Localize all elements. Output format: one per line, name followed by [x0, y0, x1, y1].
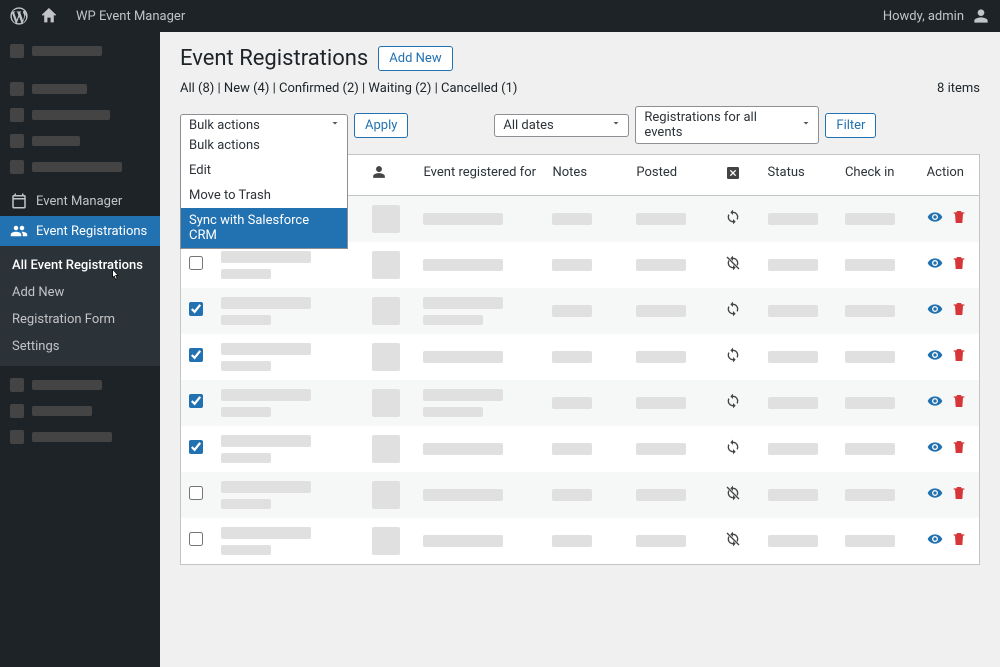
delete-icon[interactable] [951, 209, 967, 229]
avatar-placeholder [372, 343, 400, 371]
col-header-checkin: Check in [837, 155, 919, 196]
table-row [181, 288, 980, 334]
bulk-actions-dropdown: Bulk actions Edit Move to Trash Sync wit… [180, 133, 348, 249]
delete-icon[interactable] [951, 531, 967, 551]
row-checkbox[interactable] [189, 486, 203, 500]
home-icon[interactable] [40, 7, 58, 25]
sidebar-submenu: All Event Registrations Add New Registra… [0, 246, 160, 366]
submenu-add-new[interactable]: Add New [0, 279, 160, 306]
chevron-down-icon [610, 117, 622, 133]
avatar-placeholder [372, 435, 400, 463]
content-area: Event Registrations Add New All (8) | Ne… [160, 32, 1000, 667]
view-icon[interactable] [927, 531, 943, 551]
sync-off-icon[interactable] [725, 255, 741, 271]
submenu-settings[interactable]: Settings [0, 333, 160, 360]
sync-icon[interactable] [725, 209, 741, 225]
dropdown-item-sync[interactable]: Sync with Salesforce CRM [181, 208, 347, 248]
col-header-posted[interactable]: Posted [628, 155, 716, 196]
col-header-sync [717, 155, 760, 196]
table-row [181, 518, 980, 565]
view-icon[interactable] [927, 209, 943, 229]
col-header-action: Action [919, 155, 980, 196]
row-checkbox[interactable] [189, 532, 203, 546]
chevron-down-icon [800, 117, 812, 133]
table-row [181, 426, 980, 472]
view-icon[interactable] [927, 393, 943, 413]
sidebar-item-placeholder[interactable] [0, 424, 160, 450]
user-avatar-icon[interactable] [972, 7, 990, 25]
row-checkbox[interactable] [189, 256, 203, 270]
user-icon [372, 168, 386, 183]
calendar-icon [10, 192, 28, 210]
col-header-notes: Notes [544, 155, 628, 196]
row-checkbox[interactable] [189, 440, 203, 454]
sidebar-item-placeholder[interactable] [0, 398, 160, 424]
items-count: 8 items [937, 81, 980, 96]
sidebar-item-placeholder[interactable] [0, 154, 160, 180]
admin-sidebar: Event Manager Event Registrations All Ev… [0, 32, 160, 667]
sync-icon[interactable] [725, 439, 741, 455]
sidebar-label: Event Manager [36, 194, 122, 209]
sync-icon[interactable] [725, 347, 741, 363]
dropdown-item-trash[interactable]: Move to Trash [181, 183, 347, 208]
delete-icon[interactable] [951, 393, 967, 413]
row-checkbox[interactable] [189, 348, 203, 362]
active-arrow [160, 223, 168, 239]
row-checkbox[interactable] [189, 302, 203, 316]
sidebar-item-event-registrations[interactable]: Event Registrations [0, 216, 160, 246]
row-checkbox[interactable] [189, 394, 203, 408]
dropdown-item-edit[interactable]: Edit [181, 158, 347, 183]
filter-button[interactable]: Filter [825, 113, 876, 138]
sync-off-icon[interactable] [725, 531, 741, 547]
col-header-user [364, 155, 416, 196]
delete-icon[interactable] [951, 439, 967, 459]
group-icon [10, 222, 28, 240]
sync-icon[interactable] [725, 393, 741, 409]
sidebar-item-placeholder[interactable] [0, 38, 160, 64]
dates-filter-select[interactable]: All dates [494, 114, 629, 137]
sidebar-item-placeholder[interactable] [0, 128, 160, 154]
avatar-placeholder [372, 297, 400, 325]
sidebar-label: Event Registrations [36, 224, 147, 239]
avatar-placeholder [372, 205, 400, 233]
avatar-placeholder [372, 527, 400, 555]
sidebar-item-placeholder[interactable] [0, 372, 160, 398]
view-icon[interactable] [927, 255, 943, 275]
col-header-event[interactable]: Event registered for [415, 155, 544, 196]
delete-icon[interactable] [951, 485, 967, 505]
howdy-text[interactable]: Howdy, admin [883, 9, 964, 24]
view-icon[interactable] [927, 301, 943, 321]
apply-button[interactable]: Apply [354, 113, 408, 138]
delete-icon[interactable] [951, 255, 967, 275]
status-filter-links[interactable]: All (8) | New (4) | Confirmed (2) | Wait… [180, 81, 517, 96]
sync-off-icon[interactable] [725, 485, 741, 501]
close-square-icon [725, 170, 741, 185]
sync-icon[interactable] [725, 301, 741, 317]
events-filter-select[interactable]: Registrations for all events [635, 106, 819, 144]
submenu-registration-form[interactable]: Registration Form [0, 306, 160, 333]
sidebar-item-placeholder[interactable] [0, 76, 160, 102]
wordpress-icon[interactable] [10, 7, 28, 25]
table-row [181, 380, 980, 426]
chevron-down-icon [329, 117, 341, 133]
delete-icon[interactable] [951, 347, 967, 367]
avatar-placeholder [372, 481, 400, 509]
table-row [181, 472, 980, 518]
site-title[interactable]: WP Event Manager [76, 9, 185, 24]
view-icon[interactable] [927, 439, 943, 459]
delete-icon[interactable] [951, 301, 967, 321]
col-header-status[interactable]: Status [760, 155, 837, 196]
avatar-placeholder [372, 251, 400, 279]
table-row [181, 334, 980, 380]
page-title: Event Registrations [180, 46, 368, 71]
sidebar-item-event-manager[interactable]: Event Manager [0, 186, 160, 216]
admin-bar: WP Event Manager Howdy, admin [0, 0, 1000, 32]
avatar-placeholder [372, 389, 400, 417]
add-new-button[interactable]: Add New [378, 46, 452, 71]
dropdown-item-bulk[interactable]: Bulk actions [181, 133, 347, 158]
submenu-all-registrations[interactable]: All Event Registrations [0, 252, 160, 279]
view-icon[interactable] [927, 485, 943, 505]
view-icon[interactable] [927, 347, 943, 367]
sidebar-item-placeholder[interactable] [0, 102, 160, 128]
